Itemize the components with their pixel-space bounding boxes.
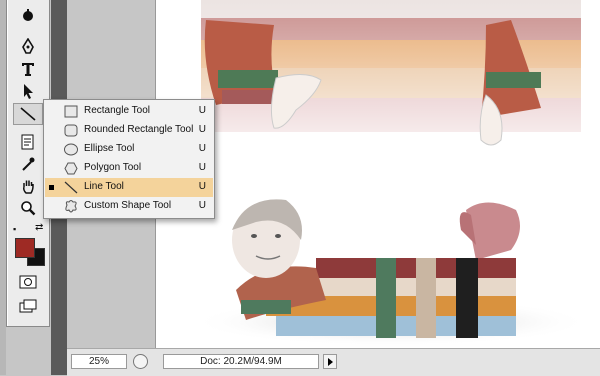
line-tool-icon — [64, 181, 78, 194]
menu-item-shortcut: U — [198, 181, 206, 192]
screen-mode-icon[interactable] — [13, 296, 43, 318]
burn-tool-icon[interactable] — [13, 4, 43, 26]
rounded-rectangle-tool-icon — [64, 124, 78, 137]
hand-tool-icon[interactable] — [13, 175, 43, 197]
quick-mask-mode-icon[interactable] — [13, 271, 43, 293]
menu-item-ellipse-tool[interactable]: Ellipse Tool U — [45, 140, 213, 159]
menu-item-label: Polygon Tool — [84, 162, 142, 173]
custom-shape-tool-icon — [65, 200, 77, 213]
zoom-level-field[interactable]: 25% — [71, 354, 127, 369]
menu-item-label: Rectangle Tool — [84, 105, 150, 116]
eyedropper-tool-icon[interactable] — [13, 153, 43, 175]
photo-torso — [201, 0, 581, 172]
menu-item-shortcut: U — [198, 105, 206, 116]
menu-item-label: Custom Shape Tool — [84, 200, 172, 211]
document-size-info: Doc: 20.2M/94.9M — [163, 354, 319, 369]
swap-colors-icon[interactable]: ⇄ — [35, 222, 43, 233]
menu-item-label: Rounded Rectangle Tool — [84, 124, 194, 135]
zoom-tool-icon[interactable] — [13, 197, 43, 219]
menu-item-rectangle-tool[interactable]: Rectangle Tool U — [45, 102, 213, 121]
menu-item-shortcut: U — [198, 124, 206, 135]
menu-item-shortcut: U — [198, 200, 206, 211]
canvas-photo — [191, 0, 591, 346]
menu-item-shortcut: U — [198, 162, 206, 173]
menu-item-polygon-tool[interactable]: Polygon Tool U — [45, 159, 213, 178]
ellipse-tool-icon — [64, 143, 78, 156]
pen-tool-icon[interactable] — [13, 36, 43, 58]
type-tool-icon[interactable] — [13, 58, 43, 80]
document-canvas[interactable] — [155, 0, 600, 348]
line-tool-icon[interactable] — [13, 103, 43, 125]
status-bar: 25% Doc: 20.2M/94.9M — [67, 348, 600, 376]
selected-bullet-icon — [49, 185, 54, 190]
notes-tool-icon[interactable] — [13, 131, 43, 153]
default-colors-icon[interactable]: ▪ — [13, 224, 16, 234]
menu-item-custom-shape-tool[interactable]: Custom Shape Tool U — [45, 197, 213, 216]
shape-tool-flyout-menu: Rectangle Tool U Rounded Rectangle Tool … — [43, 99, 215, 219]
menu-item-label: Line Tool — [84, 181, 124, 192]
menu-item-shortcut: U — [198, 143, 206, 154]
polygon-tool-icon — [64, 162, 78, 175]
menu-item-line-tool[interactable]: Line Tool U — [45, 178, 213, 197]
menu-item-rounded-rectangle-tool[interactable]: Rounded Rectangle Tool U — [45, 121, 213, 140]
path-selection-tool-icon[interactable] — [13, 80, 43, 102]
foreground-color-swatch[interactable] — [15, 238, 35, 258]
zoom-options-icon[interactable] — [133, 354, 148, 369]
menu-item-label: Ellipse Tool — [84, 143, 135, 154]
status-menu-arrow-icon[interactable] — [323, 354, 337, 369]
rectangle-tool-icon — [64, 105, 78, 118]
